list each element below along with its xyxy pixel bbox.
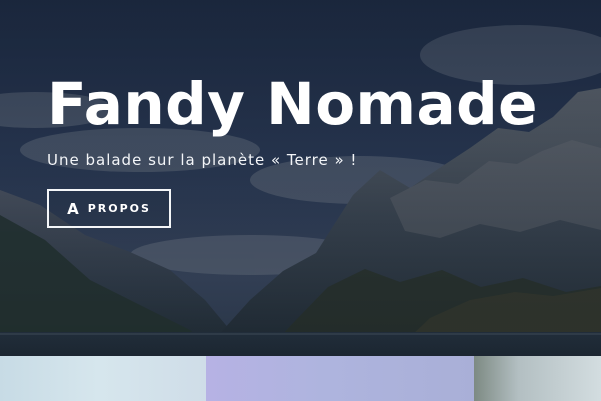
site-title: Fandy Nomade bbox=[47, 70, 538, 138]
site-tagline: Une balade sur la planète « Terre » ! bbox=[47, 151, 358, 169]
thumbnail-strip bbox=[0, 356, 601, 401]
page: Fandy Nomade Une balade sur la planète «… bbox=[0, 0, 601, 401]
hero-content: Fandy Nomade Une balade sur la planète «… bbox=[47, 72, 587, 228]
about-button[interactable]: A propos bbox=[47, 189, 171, 228]
hero-banner: Fandy Nomade Une balade sur la planète «… bbox=[0, 0, 601, 356]
about-button-initial: A bbox=[67, 199, 81, 218]
thumbnail-1[interactable] bbox=[0, 356, 206, 401]
thumbnail-2[interactable] bbox=[206, 356, 474, 401]
about-button-label: propos bbox=[87, 202, 151, 215]
thumbnail-3[interactable] bbox=[474, 356, 601, 401]
